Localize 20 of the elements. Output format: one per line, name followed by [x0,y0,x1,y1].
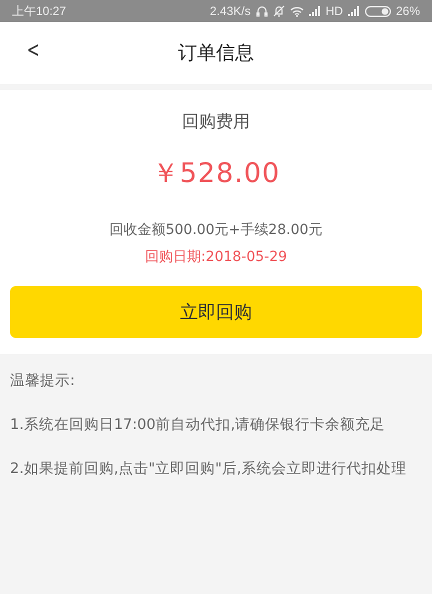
clock-text: 上午10:27 [12,2,66,20]
battery-text: 26% [396,4,420,18]
signal-icon [348,6,360,16]
network-speed-text: 2.43K/s [210,4,251,18]
battery-icon [364,6,391,16]
fee-label: 回购费用 [182,111,250,133]
page-title: 订单信息 [178,41,254,66]
tips-title: 温馨提示: [10,372,76,391]
fee-amount: ￥528.00 [152,157,280,191]
buyback-button[interactable]: 立即回购 [10,286,422,338]
signal-icon [308,6,321,16]
headphones-icon [256,5,268,17]
tip-text: 2.如果提前回购,点击"立即回购"后,系统会立即进行代扣处理 [10,460,408,479]
back-button[interactable]: < [22,36,44,65]
buyback-date: 回购日期:2018-05-29 [144,248,288,266]
network-type-text: HD [326,4,343,18]
bell-off-icon [272,5,285,17]
tip-text: 1.系统在回购日17:00前自动代扣,请确保银行卡余额充足 [10,416,386,435]
wifi-icon [290,6,304,16]
fee-breakdown: 回收金额500.00元+手续28.00元 [110,221,322,239]
